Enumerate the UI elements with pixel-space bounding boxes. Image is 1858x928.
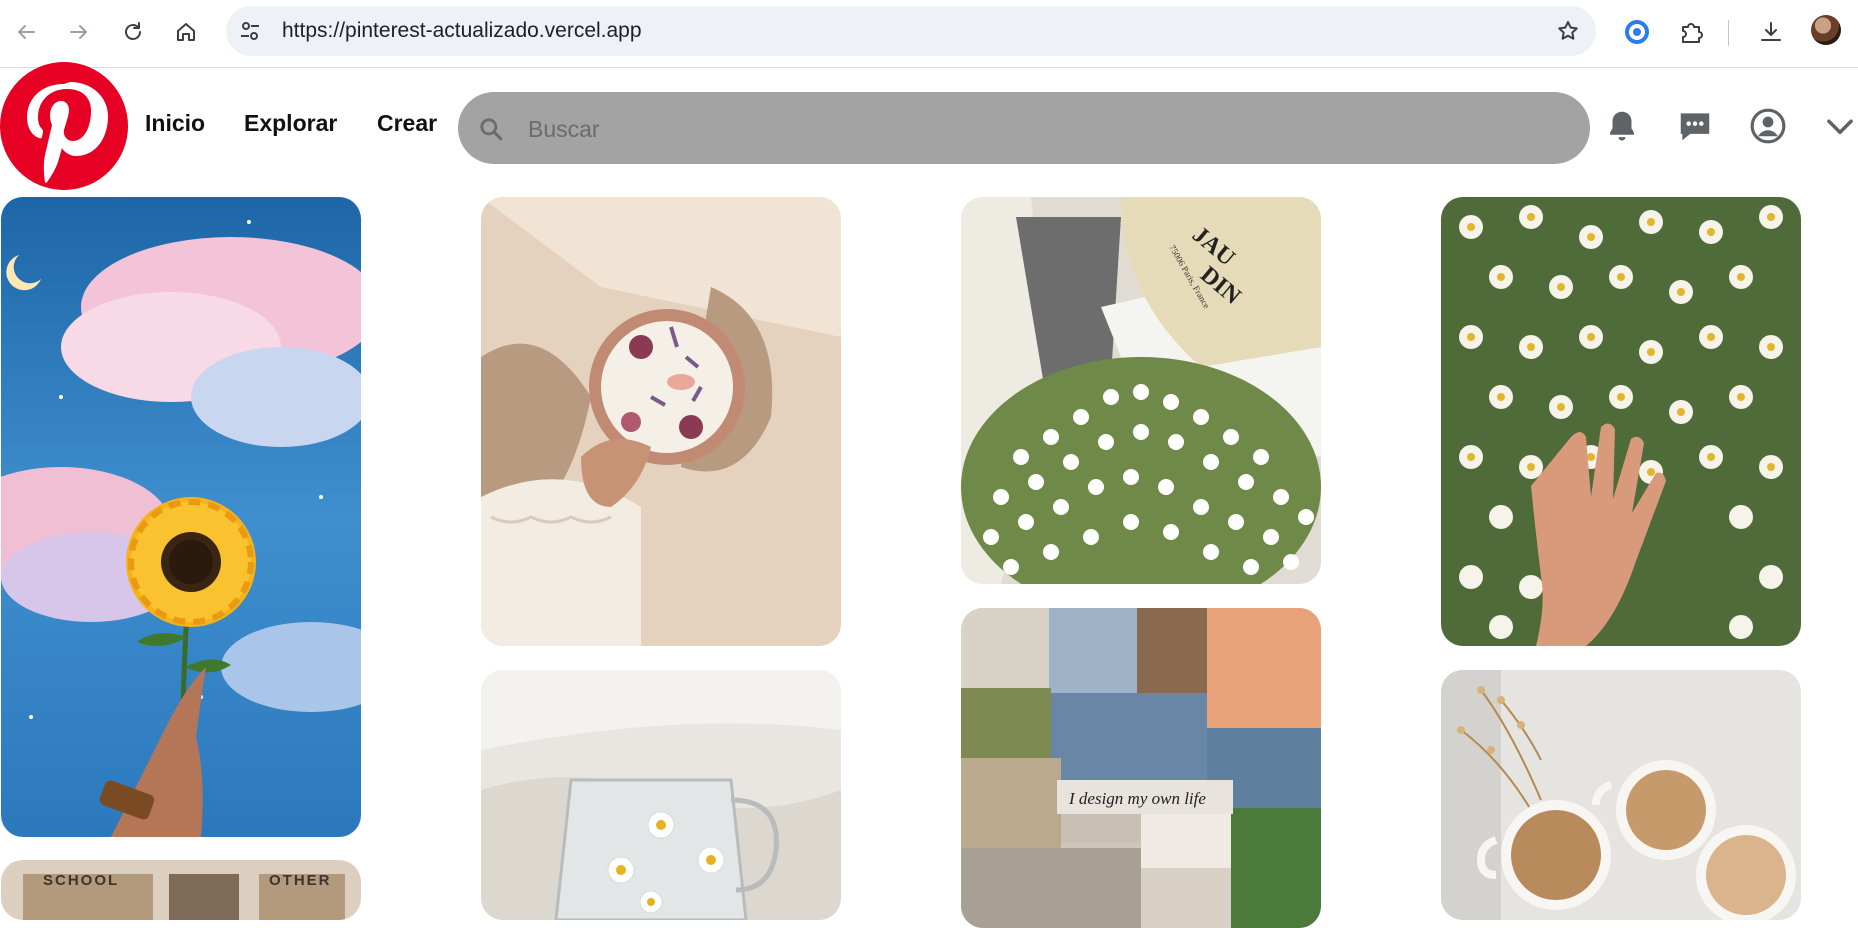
bookmark-star-icon[interactable] [1556, 19, 1580, 43]
pin-image: JAU DIN 75006 Paris, France [961, 197, 1321, 584]
pin-overlay-design: I design my own life [1068, 789, 1206, 808]
download-icon[interactable] [1753, 14, 1789, 50]
pin-sunflower-sky[interactable] [1, 197, 361, 837]
pinterest-logo[interactable] [0, 62, 128, 190]
bell-icon[interactable] [1600, 104, 1644, 148]
extensions-icon[interactable] [1673, 14, 1709, 50]
pin-collage-board[interactable]: I design my own life [961, 608, 1321, 928]
pin-pitcher-daisies[interactable] [481, 670, 841, 920]
pin-overlay-other: OTHER [269, 872, 332, 889]
copilot-icon[interactable] [1619, 14, 1655, 50]
reload-icon[interactable] [115, 14, 151, 50]
nav-home-link[interactable]: Inicio [145, 110, 205, 137]
pin-school-board[interactable]: SCHOOL OTHER [1, 860, 361, 920]
pin-daisies-hand[interactable] [1441, 197, 1801, 646]
pin-overlay-school: SCHOOL [43, 872, 119, 889]
search-icon [480, 118, 503, 141]
forward-arrow-icon[interactable] [61, 14, 97, 50]
pin-image: I design my own life [961, 608, 1321, 928]
nav-create-link[interactable]: Crear [377, 110, 437, 137]
messages-icon[interactable] [1673, 104, 1717, 148]
site-info-icon[interactable] [238, 19, 262, 43]
nav-explore-link[interactable]: Explorar [244, 110, 337, 137]
pin-candle-flowers[interactable] [481, 197, 841, 646]
search-input[interactable] [526, 92, 1560, 166]
home-icon[interactable] [168, 14, 204, 50]
pin-image [1441, 670, 1801, 920]
pin-chamomile-tote[interactable]: JAU DIN 75006 Paris, France [961, 197, 1321, 584]
search-bar[interactable] [458, 92, 1590, 166]
address-bar[interactable]: https://pinterest-actualizado.vercel.app [226, 6, 1596, 56]
pin-image [481, 197, 841, 646]
url-text[interactable]: https://pinterest-actualizado.vercel.app [282, 6, 642, 56]
toolbar-divider [1728, 20, 1729, 46]
chevron-down-icon[interactable] [1818, 104, 1858, 148]
account-icon[interactable] [1746, 104, 1790, 148]
browser-toolbar: https://pinterest-actualizado.vercel.app [0, 0, 1858, 68]
pin-image: SCHOOL OTHER [1, 860, 361, 920]
pin-coffee-cups[interactable] [1441, 670, 1801, 920]
profile-avatar[interactable] [1811, 15, 1841, 45]
back-arrow-icon[interactable] [8, 14, 44, 50]
pin-image [1441, 197, 1801, 646]
pin-image [1, 197, 361, 837]
pin-image [481, 670, 841, 920]
